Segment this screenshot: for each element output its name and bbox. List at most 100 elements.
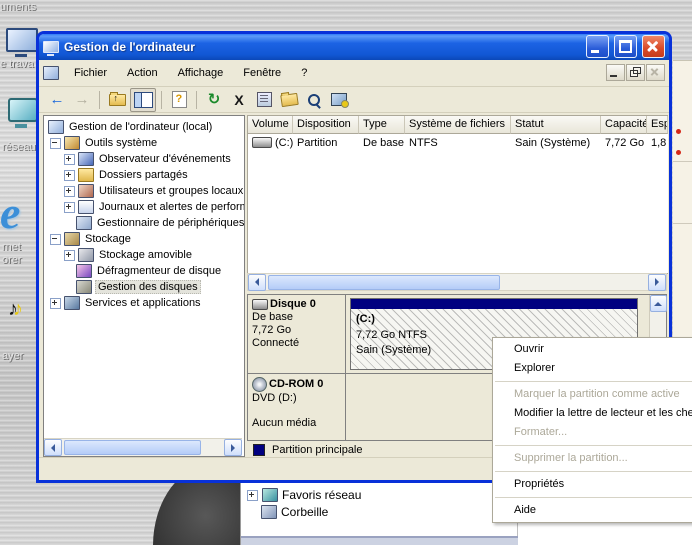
menu-separator — [495, 381, 692, 382]
expander-plus-icon[interactable] — [64, 170, 75, 181]
col-volume[interactable]: Volume — [248, 116, 293, 134]
desktop-label-poste-travail[interactable]: e trava — [0, 58, 34, 70]
tree-item-utilisateurs-groupes[interactable]: Utilisateurs et groupes locaux — [46, 183, 244, 199]
expander-minus-icon[interactable] — [50, 234, 61, 245]
expander-plus-icon[interactable] — [64, 154, 75, 165]
disk0-info-box[interactable]: Disque 0 De base 7,72 Go Connecté — [248, 295, 346, 373]
disk-management-icon — [76, 280, 92, 294]
expander-minus-icon[interactable] — [50, 138, 61, 149]
show-console-tree-button[interactable] — [130, 88, 156, 112]
desktop-label-internet-2[interactable]: orer — [2, 254, 22, 266]
tree-item-dossiers-partages[interactable]: Dossiers partagés — [46, 167, 244, 183]
search-button[interactable] — [302, 89, 326, 111]
mdi-close-button[interactable] — [646, 64, 665, 81]
volume-list: Volume Disposition Type Système de fichi… — [247, 115, 668, 274]
computer-icon — [48, 120, 64, 134]
maximize-button[interactable] — [614, 35, 637, 58]
tree-item-root[interactable]: Gestion de l'ordinateur (local) — [46, 119, 244, 135]
magnifier-icon — [308, 94, 320, 106]
tree-item-gestionnaire-peripheriques[interactable]: Gestionnaire de périphériques — [46, 215, 244, 231]
window-title: Gestion de l'ordinateur — [64, 40, 581, 54]
scrollbar-thumb[interactable] — [64, 440, 201, 455]
properties-button[interactable] — [252, 89, 276, 111]
media-player-icon[interactable]: ♪♪ — [8, 298, 23, 321]
removable-storage-icon — [78, 248, 94, 262]
bg-tree-item-corbeille[interactable]: Corbeille — [281, 505, 328, 519]
menu-item-explorer[interactable]: Explorer — [493, 359, 692, 378]
scrollbar-thumb[interactable] — [268, 275, 500, 290]
col-statut[interactable]: Statut — [511, 116, 601, 134]
title-bar[interactable]: Gestion de l'ordinateur — [39, 34, 669, 60]
close-button[interactable] — [642, 35, 665, 58]
menu-separator — [495, 471, 692, 472]
scroll-left-button[interactable] — [44, 439, 62, 456]
scroll-up-button[interactable] — [650, 295, 667, 312]
back-arrow-icon: ← — [50, 92, 65, 107]
expander-plus-icon[interactable] — [64, 202, 75, 213]
volume-list-header: Volume Disposition Type Système de fichi… — [248, 116, 668, 134]
col-systeme-fichiers[interactable]: Système de fichiers — [405, 116, 511, 134]
tree-item-stockage-amovible[interactable]: Stockage amovible — [46, 247, 244, 263]
manage-button[interactable] — [327, 89, 351, 111]
cdrom-info-box[interactable]: CD-ROM 0 DVD (D:) Aucun média — [248, 374, 346, 440]
back-button[interactable]: ← — [45, 89, 69, 111]
menu-affichage[interactable]: Affichage — [169, 64, 233, 82]
tree-item-observateur-evenements[interactable]: Observateur d'événements — [46, 151, 244, 167]
menu-aide[interactable]: ? — [292, 64, 316, 82]
menu-item-aide[interactable]: Aide — [493, 501, 692, 520]
refresh-button[interactable]: ↻ — [202, 89, 226, 111]
properties-sheet-icon — [257, 92, 272, 107]
menu-action[interactable]: Action — [118, 64, 167, 82]
mdi-child-icon — [43, 66, 59, 80]
tree-horizontal-scrollbar[interactable] — [44, 438, 242, 456]
menu-bar: Fichier Action Affichage Fenêtre ? — [39, 60, 669, 87]
expander-plus-icon[interactable] — [50, 298, 61, 309]
col-espace-libre[interactable]: Esp — [647, 116, 668, 134]
tree-item-journaux-alertes[interactable]: Journaux et alertes de performance — [46, 199, 244, 215]
col-capacite[interactable]: Capacité — [601, 116, 647, 134]
tree-item-services-applications[interactable]: Services et applications — [46, 295, 244, 311]
expander-plus-icon[interactable] — [247, 490, 258, 501]
expander-plus-icon[interactable] — [64, 250, 75, 261]
network-places-icon[interactable] — [8, 98, 38, 122]
delete-button[interactable]: X — [227, 89, 251, 111]
open-button[interactable] — [277, 89, 301, 111]
network-places-icon — [262, 488, 278, 502]
desktop-label-internet-1[interactable]: rnet — [2, 241, 21, 253]
desktop-label-documents[interactable]: uments — [0, 1, 36, 13]
menu-item-supprimer-partition: Supprimer la partition... — [493, 449, 692, 468]
menu-item-proprietes[interactable]: Propriétés — [493, 475, 692, 494]
menu-item-ouvrir[interactable]: Ouvrir — [493, 340, 692, 359]
minimize-button[interactable] — [586, 35, 609, 58]
menu-fenetre[interactable]: Fenêtre — [234, 64, 290, 82]
my-computer-icon[interactable] — [6, 28, 38, 52]
mdi-restore-button[interactable] — [626, 64, 645, 81]
desktop-label-player[interactable]: ayer — [2, 350, 23, 362]
tree-item-gestion-des-disques[interactable]: Gestion des disques — [46, 279, 244, 295]
internet-explorer-icon[interactable]: e — [0, 186, 20, 239]
scroll-right-button[interactable] — [648, 274, 666, 291]
volume-row-c[interactable]: (C:) Partition De base NTFS Sain (Systèm… — [248, 134, 668, 151]
desktop-label-reseau[interactable]: réseau — [2, 141, 36, 153]
help-topics-button[interactable] — [167, 89, 191, 111]
list-horizontal-scrollbar[interactable] — [247, 273, 667, 291]
expander-plus-icon[interactable] — [64, 186, 75, 197]
menu-fichier[interactable]: Fichier — [65, 64, 116, 82]
tree-item-defragmenteur[interactable]: Défragmenteur de disque — [46, 263, 244, 279]
col-type[interactable]: Type — [359, 116, 405, 134]
menu-item-modifier-lettre[interactable]: Modifier la lettre de lecteur et les che… — [493, 404, 692, 423]
scroll-left-button[interactable] — [248, 274, 266, 291]
scroll-right-button[interactable] — [224, 439, 242, 456]
toolbar-separator — [196, 91, 197, 109]
tree-item-outils-systeme[interactable]: Outils système — [46, 135, 244, 151]
bg-tree-item-favoris-reseau[interactable]: Favoris réseau — [282, 488, 361, 502]
forward-button-disabled[interactable]: → — [70, 89, 94, 111]
hard-disk-icon — [252, 299, 268, 310]
col-disposition[interactable]: Disposition — [293, 116, 359, 134]
mdi-minimize-button[interactable] — [606, 64, 625, 81]
recycle-bin-icon — [261, 505, 277, 519]
folder-up-icon — [109, 94, 126, 106]
tree-panes-icon — [134, 92, 153, 108]
tree-item-stockage[interactable]: Stockage — [46, 231, 244, 247]
up-one-level-button[interactable] — [105, 89, 129, 111]
